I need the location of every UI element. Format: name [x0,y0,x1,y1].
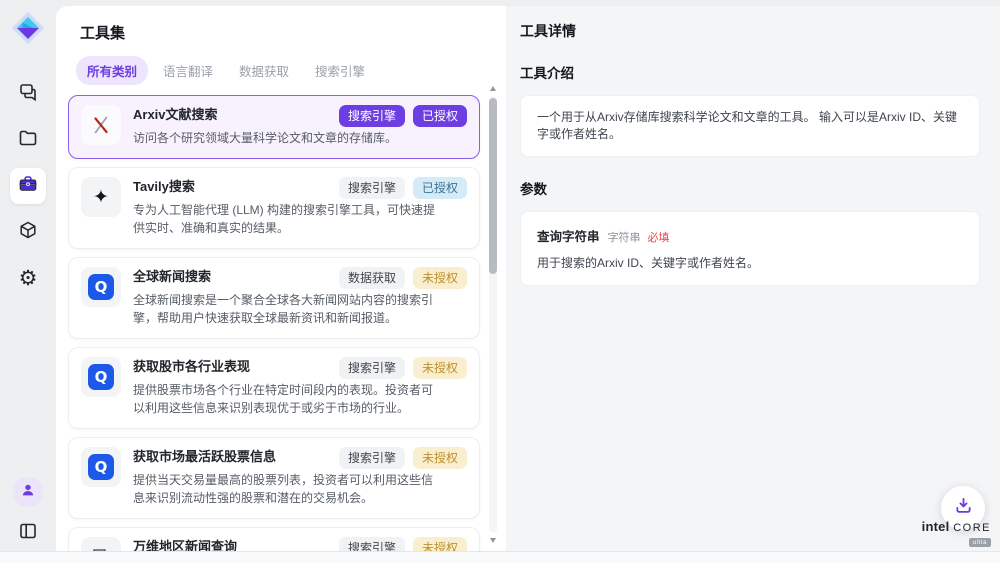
split-panel-icon [18,521,38,546]
sidebar-item-chat[interactable] [10,76,46,112]
params-heading: 参数 [520,178,980,198]
sidebar-bottom [10,477,46,551]
category-badge: 搜索引擎 [339,537,405,551]
tool-card-body: 全球新闻搜索 数据获取 未授权 全球新闻搜索是一个聚合全球各大新闻网站内容的搜索… [133,267,467,327]
parameter-type: 字符串 [608,229,641,245]
four-point-star-icon [81,177,121,217]
tool-detail-panel: 工具详情 工具介绍 一个用于从Arxiv存储库搜索科学论文和文章的工具。 输入可… [506,6,1000,551]
tool-card-list: Arxiv文献搜索 搜索引擎 已授权 访问各个研究领域大量科学论文和文章的存储库… [68,95,480,551]
tool-card-body: 获取股市各行业表现 搜索引擎 未授权 提供股票市场各个行业在特定时间段内的表现。… [133,357,467,417]
brand-edition-badge: ultra [969,538,991,547]
category-badge: 数据获取 [339,267,405,289]
q-search-icon [81,357,121,397]
tab-translation[interactable]: 语言翻译 [152,56,224,85]
tool-name: 万维地区新闻查询 [133,537,237,551]
q-search-icon [81,447,121,487]
tool-card-tavily[interactable]: Tavily搜索 搜索引擎 已授权 专为人工智能代理 (LLM) 构建的搜索引擎… [68,167,480,249]
auth-status-badge: 已授权 [413,105,467,127]
gear-icon: ⚙ [19,268,38,289]
tool-card-sector-performance[interactable]: 获取股市各行业表现 搜索引擎 未授权 提供股票市场各个行业在特定时间段内的表现。… [68,347,480,429]
list-scrollbar[interactable] [489,86,497,543]
tool-list-panel: 工具集 所有类别 语言翻译 数据获取 搜索引擎 Arxiv文献搜索 搜索引擎 已… [56,6,506,551]
chat-icon [18,82,38,107]
sidebar-item-panel-toggle[interactable] [10,515,46,551]
folder-icon [18,128,38,153]
tool-description: 全球新闻搜索是一个聚合全球各大新闻网站内容的搜索引擎，帮助用户快速获取全球最新资… [133,291,467,327]
parameter-required-flag: 必填 [648,229,670,245]
intro-text: 一个用于从Arxiv存储库搜索科学论文和文章的工具。 输入可以是Arxiv ID… [537,110,957,141]
download-tray-icon [954,496,973,520]
intel-core-logo: intel core ultra [922,521,991,548]
intro-card: 一个用于从Arxiv存储库搜索科学论文和文章的工具。 输入可以是Arxiv ID… [520,95,980,157]
toolbox-icon [18,174,38,199]
sidebar-nav: ⚙ [10,76,46,306]
tool-name: Tavily搜索 [133,177,195,195]
sidebar-item-plugins[interactable] [10,214,46,250]
page-title: 工具集 [80,22,506,43]
tab-search-engine[interactable]: 搜索引擎 [304,56,376,85]
user-icon [20,482,36,503]
arrow-up-icon[interactable] [490,86,496,91]
category-badge: 搜索引擎 [339,447,405,469]
package-cube-icon [18,220,38,245]
sidebar: ⚙ [0,0,56,563]
tool-card-regional-news[interactable]: 万维地区新闻查询 搜索引擎 未授权 查询具体行政区划内的新闻，快速了解各地新闻动 [68,527,480,551]
tool-name: Arxiv文献搜索 [133,105,218,123]
scrollbar-thumb[interactable] [489,98,497,274]
auth-status-badge: 未授权 [413,357,467,379]
tool-card-body: Arxiv文献搜索 搜索引擎 已授权 访问各个研究领域大量科学论文和文章的存储库… [133,105,467,147]
tool-name: 获取市场最活跃股票信息 [133,447,276,465]
tool-description: 专为人工智能代理 (LLM) 构建的搜索引擎工具，可快速提供实时、准确和真实的结… [133,201,467,237]
newspaper-icon [81,537,121,551]
tool-description: 提供股票市场各个行业在特定时间段内的表现。投资者可以利用这些信息来识别表现优于或… [133,381,467,417]
category-tabs: 所有类别 语言翻译 数据获取 搜索引擎 [76,56,506,85]
tool-card-arxiv[interactable]: Arxiv文献搜索 搜索引擎 已授权 访问各个研究领域大量科学论文和文章的存储库… [68,95,480,159]
detail-title: 工具详情 [520,21,980,41]
tool-card-global-news[interactable]: 全球新闻搜索 数据获取 未授权 全球新闻搜索是一个聚合全球各大新闻网站内容的搜索… [68,257,480,339]
tool-card-most-active-stocks[interactable]: 获取市场最活跃股票信息 搜索引擎 未授权 提供当天交易量最高的股票列表，投资者可… [68,437,480,519]
sidebar-item-tools[interactable] [10,168,46,204]
parameter-description: 用于搜索的Arxiv ID、关键字或作者姓名。 [537,254,963,271]
tool-card-body: 万维地区新闻查询 搜索引擎 未授权 查询具体行政区划内的新闻，快速了解各地新闻动 [133,537,467,551]
sidebar-item-files[interactable] [10,122,46,158]
tool-name: 全球新闻搜索 [133,267,211,285]
category-badge: 搜索引擎 [339,357,405,379]
brand-name: intel [922,519,950,534]
tab-data-fetch[interactable]: 数据获取 [228,56,300,85]
tool-description: 提供当天交易量最高的股票列表，投资者可以利用这些信息来识别流动性强的股票和潜在的… [133,471,467,507]
tool-name: 获取股市各行业表现 [133,357,250,375]
q-search-icon [81,267,121,307]
arxiv-x-icon [81,105,121,145]
user-avatar[interactable] [13,477,43,507]
intro-heading: 工具介绍 [520,62,980,82]
category-badge: 搜索引擎 [339,105,405,127]
arrow-down-icon[interactable] [490,538,496,543]
auth-status-badge: 未授权 [413,267,467,289]
auth-status-badge: 已授权 [413,177,467,199]
tool-card-body: Tavily搜索 搜索引擎 已授权 专为人工智能代理 (LLM) 构建的搜索引擎… [133,177,467,237]
category-badge: 搜索引擎 [339,177,405,199]
sidebar-item-settings[interactable]: ⚙ [10,260,46,296]
tool-card-body: 获取市场最活跃股票信息 搜索引擎 未授权 提供当天交易量最高的股票列表，投资者可… [133,447,467,507]
app-logo-icon [10,10,46,46]
brand-product: core [953,522,991,534]
parameter-card: 查询字符串 字符串 必填 用于搜索的Arxiv ID、关键字或作者姓名。 [520,211,980,286]
tool-description: 访问各个研究领域大量科学论文和文章的存储库。 [133,129,467,147]
parameter-name: 查询字符串 [537,226,600,245]
tab-all-categories[interactable]: 所有类别 [76,56,148,85]
auth-status-badge: 未授权 [413,537,467,551]
auth-status-badge: 未授权 [413,447,467,469]
window-bottom-edge [0,551,1000,563]
